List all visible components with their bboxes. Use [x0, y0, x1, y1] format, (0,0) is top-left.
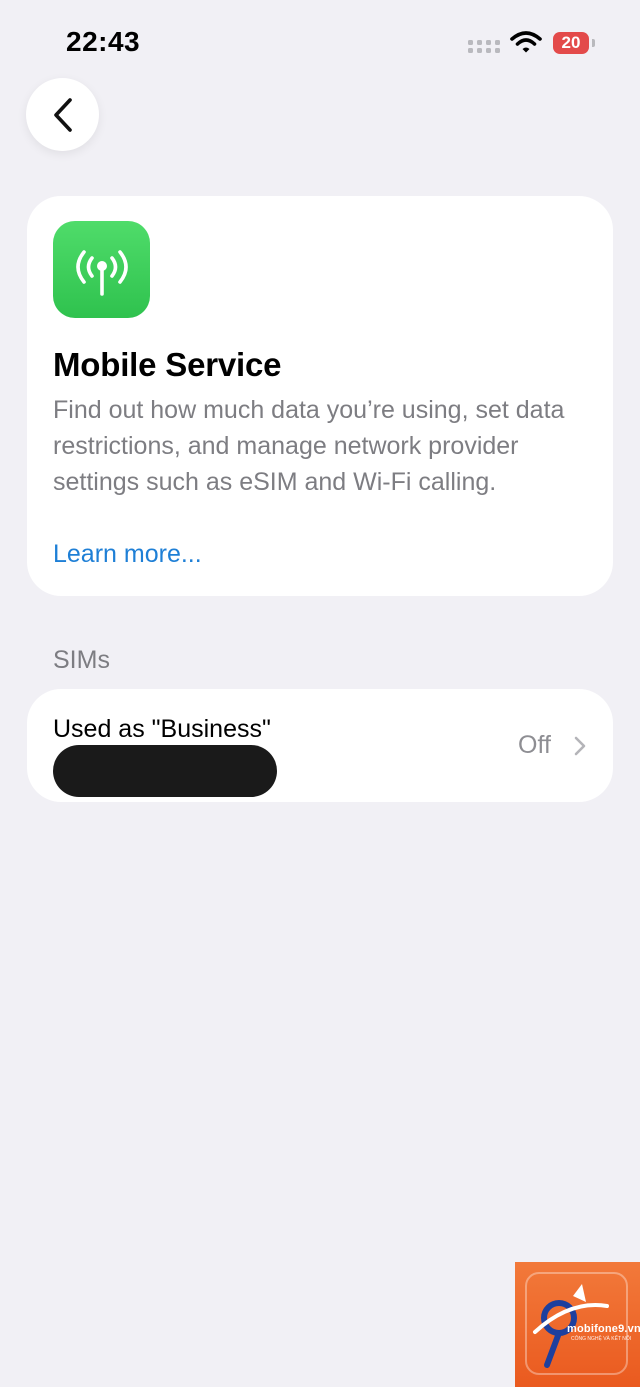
wifi-icon: [510, 31, 542, 53]
card-title: Mobile Service: [53, 346, 282, 383]
cellular-signal-icon: [468, 40, 500, 53]
sim-list-item[interactable]: Used as "Business" Off: [27, 689, 613, 802]
battery-cap: [592, 39, 595, 47]
sims-section-header: SIMs: [53, 646, 110, 674]
brand-watermark-logo: mobifone9.vn CÔNG NGHỆ VÀ KẾT NỐI: [515, 1262, 640, 1387]
battery-icon: 20: [553, 32, 589, 54]
battery-level: 20: [561, 33, 581, 52]
sim-label: Used as "Business": [53, 715, 271, 743]
card-description: Find out how much data you’re using, set…: [53, 396, 565, 496]
chevron-left-icon: [53, 97, 72, 132]
mobile-service-info-card: Mobile Service Find out how much data yo…: [27, 196, 613, 596]
learn-more-link[interactable]: Learn more...: [53, 536, 202, 572]
back-button[interactable]: [26, 78, 99, 151]
redacted-phone-number: [53, 745, 277, 797]
watermark-tagline: CÔNG NGHỆ VÀ KẾT NỐI: [571, 1336, 632, 1342]
status-bar: 22:43 20: [0, 0, 640, 88]
sim-status-value: Off: [518, 731, 551, 759]
mobile-service-app-icon: [53, 221, 150, 318]
chevron-right-icon: [574, 736, 586, 756]
status-time: 22:43: [66, 26, 141, 57]
antenna-icon: [75, 249, 128, 296]
watermark-brand: mobifone9.vn: [567, 1323, 640, 1335]
